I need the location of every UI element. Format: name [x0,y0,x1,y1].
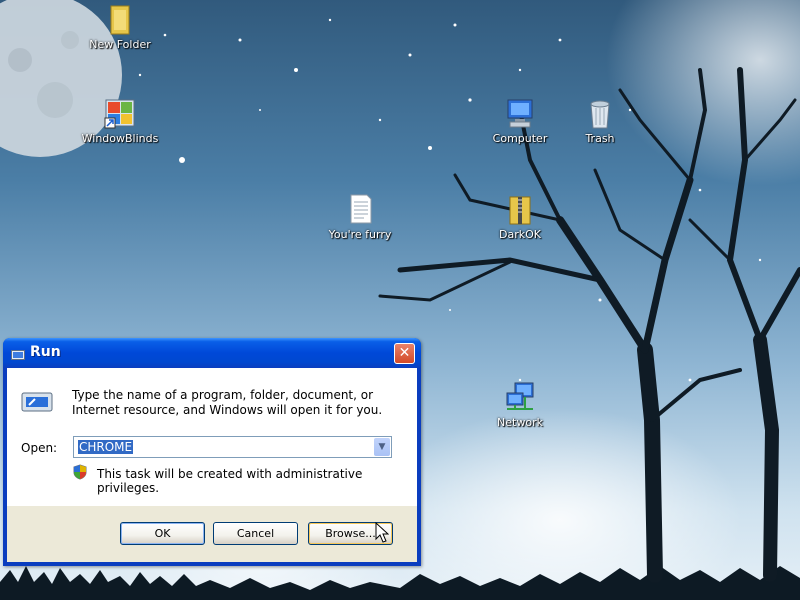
desktop-icon-darkok[interactable]: DarkOK [470,192,570,241]
desktop-icon-label: You're furry [328,228,392,241]
desktop-icon-label: Trash [585,132,615,145]
open-input-value[interactable]: CHROME [78,440,134,454]
computer-icon [503,96,537,130]
privilege-note: This task will be created with administr… [97,467,363,495]
desktop-icon-label: Network [497,416,543,429]
run-dialog-titlebar[interactable]: Run ✕ [3,338,421,368]
dropdown-arrow-icon[interactable]: ▼ [374,438,390,456]
trash-icon [583,96,617,130]
close-button[interactable]: ✕ [394,343,415,364]
close-icon: ✕ [398,345,411,361]
network-icon [503,380,537,414]
text-document-icon [343,192,377,226]
cancel-button[interactable]: Cancel [213,522,298,545]
folder-icon [103,2,137,36]
run-title-icon [11,346,25,360]
desktop-icon-label: WindowBlinds [81,132,159,145]
desktop-icon-label: New Folder [89,38,151,51]
run-dialog: Run ✕ Type the name of a program, folder… [3,338,421,566]
desktop-icon-youre-furry[interactable]: You're furry [310,192,410,241]
run-program-icon [21,390,53,414]
desktop-icon-windowblinds[interactable]: WindowBlinds [70,96,170,145]
desktop-icon-trash[interactable]: Trash [550,96,650,145]
open-combobox[interactable]: CHROME ▼ [73,436,392,458]
open-label: Open: [21,441,58,455]
desktop-icon-new-folder[interactable]: New Folder [70,2,170,51]
shield-icon [73,464,87,480]
windowblinds-icon [103,96,137,130]
zip-folder-icon [503,192,537,226]
mouse-pointer-icon [375,521,390,544]
ok-button[interactable]: OK [120,522,205,545]
desktop-icon-network[interactable]: Network [470,380,570,429]
run-dialog-title: Run [30,344,61,360]
desktop-icon-label: DarkOK [499,228,541,241]
run-description: Type the name of a program, folder, docu… [72,388,383,417]
run-dialog-content: Type the name of a program, folder, docu… [7,368,417,506]
run-dialog-body: Type the name of a program, folder, docu… [7,368,417,562]
